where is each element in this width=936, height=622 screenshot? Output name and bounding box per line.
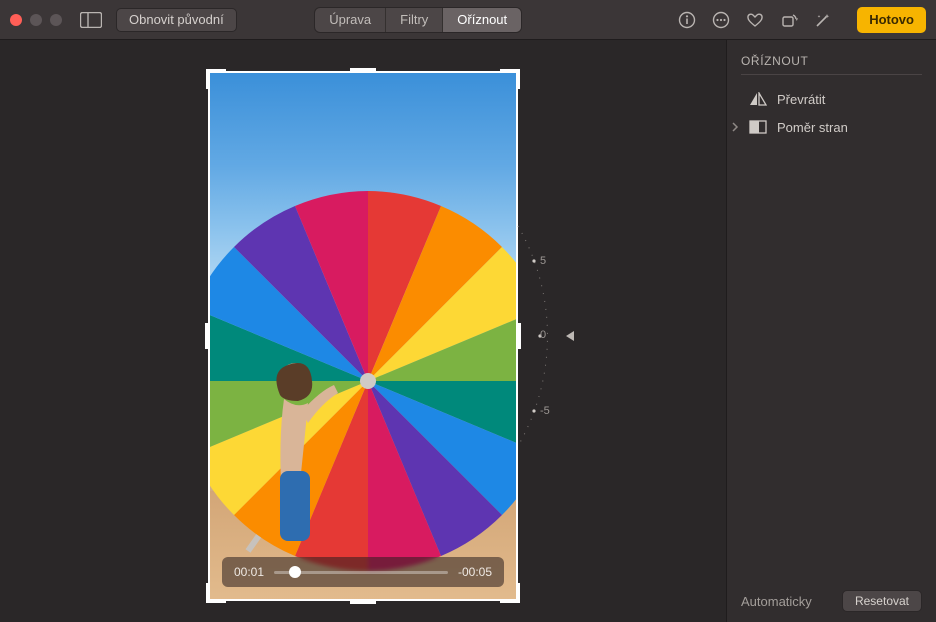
video-scrubber[interactable]: 00:01 -00:05: [222, 557, 504, 587]
close-window-button[interactable]: [10, 14, 22, 26]
dial-pointer-icon: [566, 331, 574, 341]
favorite-button[interactable]: [745, 10, 765, 30]
dial-tick-zero: 0: [540, 329, 546, 341]
heart-icon: [746, 11, 764, 29]
toolbar-actions: Hotovo: [677, 7, 926, 33]
straighten-dial[interactable]: 5 0 -5: [498, 211, 588, 461]
time-elapsed: 00:01: [234, 565, 264, 579]
tab-crop[interactable]: Oříznout: [443, 8, 521, 32]
flip-label: Převrátit: [777, 92, 825, 107]
chevron-right-icon: [731, 120, 739, 135]
person-graphic: [250, 351, 350, 551]
crop-handle-bottom[interactable]: [350, 600, 376, 604]
photo-preview: 00:01 -00:05: [208, 71, 518, 601]
time-remaining: -00:05: [458, 565, 492, 579]
done-button[interactable]: Hotovo: [857, 7, 926, 33]
window-controls: [10, 14, 62, 26]
crop-handle-top[interactable]: [350, 68, 376, 72]
dial-tick-plus5: 5: [540, 255, 546, 267]
auto-crop-button[interactable]: Automaticky: [741, 594, 812, 609]
crop-handle-left[interactable]: [205, 323, 209, 349]
fullscreen-window-button[interactable]: [50, 14, 62, 26]
revert-original-button[interactable]: Obnovit původní: [116, 8, 237, 32]
spacer: [731, 92, 739, 107]
aspect-ratio-row[interactable]: Poměr stran: [741, 113, 922, 141]
auto-enhance-button[interactable]: [813, 10, 833, 30]
toolbar: Obnovit původní Úprava Filtry Oříznout: [0, 0, 936, 40]
inspector-footer: Automaticky Resetovat: [741, 580, 922, 612]
scrubber-track[interactable]: [274, 571, 448, 574]
rotate-button[interactable]: [779, 10, 799, 30]
sidebar-icon: [80, 12, 102, 28]
more-button[interactable]: [711, 10, 731, 30]
ellipsis-circle-icon: [712, 11, 730, 29]
sidebar-toggle-button[interactable]: [76, 9, 106, 31]
inspector-title: OŘÍZNOUT: [741, 54, 922, 75]
crop-stage[interactable]: 00:01 -00:05: [208, 71, 518, 601]
reset-button[interactable]: Resetovat: [842, 590, 922, 612]
tab-filters[interactable]: Filtry: [386, 8, 443, 32]
crop-handle-bottom-left[interactable]: [206, 583, 226, 603]
flip-icon: [749, 92, 767, 106]
dial-tick-minus5: -5: [540, 405, 550, 417]
aspect-ratio-label: Poměr stran: [777, 120, 848, 135]
inspector-panel: OŘÍZNOUT Převrátit Poměr stran Automatic…: [726, 40, 936, 622]
crop-handle-top-right[interactable]: [500, 69, 520, 89]
magic-wand-icon: [814, 11, 832, 29]
edit-mode-tabs: Úprava Filtry Oříznout: [314, 7, 522, 33]
minimize-window-button[interactable]: [30, 14, 42, 26]
info-button[interactable]: [677, 10, 697, 30]
main-area: 00:01 -00:05: [0, 40, 936, 622]
rotate-icon: [780, 11, 798, 29]
info-icon: [678, 11, 696, 29]
crop-handle-bottom-right[interactable]: [500, 583, 520, 603]
crop-handle-top-left[interactable]: [206, 69, 226, 89]
flip-row[interactable]: Převrátit: [741, 85, 922, 113]
aspect-ratio-icon: [749, 120, 767, 134]
tab-adjust[interactable]: Úprava: [315, 8, 386, 32]
scrubber-thumb[interactable]: [289, 566, 301, 578]
canvas-area: 00:01 -00:05: [0, 40, 726, 622]
